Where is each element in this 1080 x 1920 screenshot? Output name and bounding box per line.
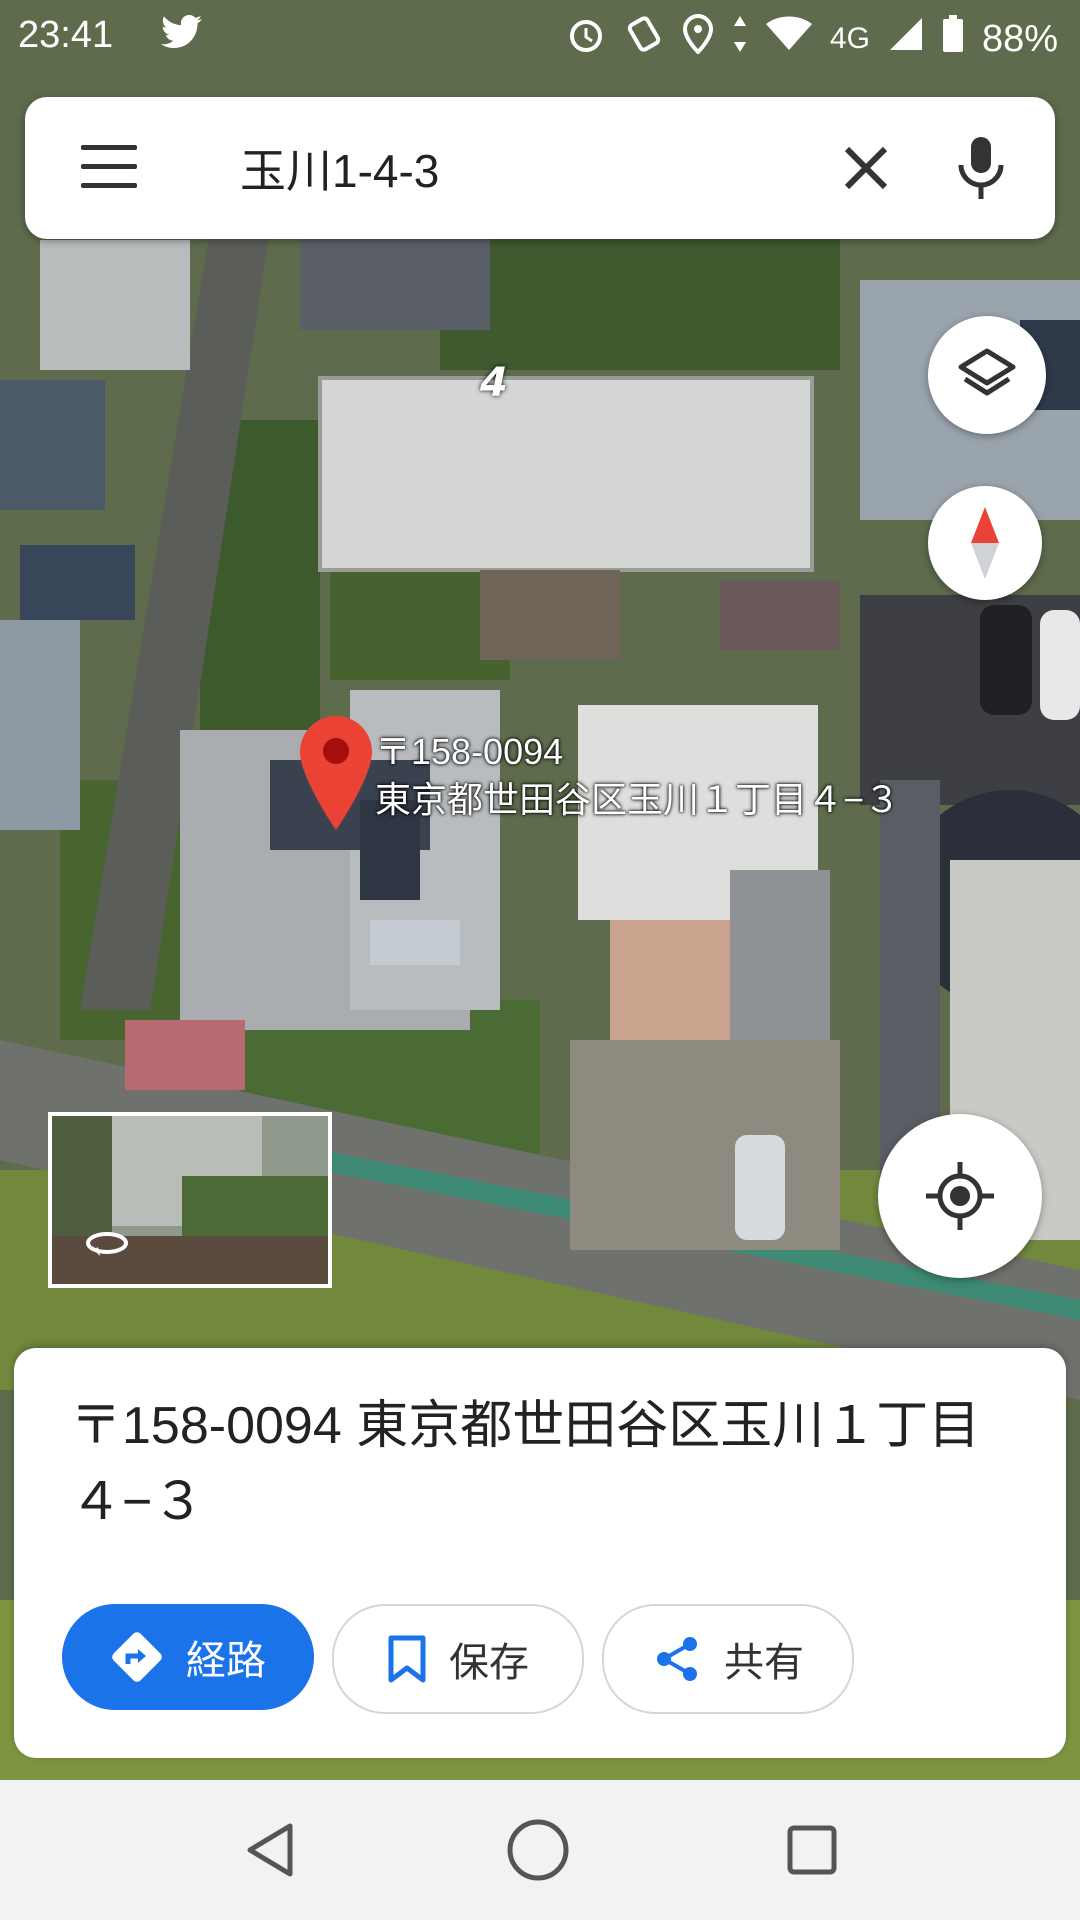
mic-icon[interactable] — [955, 133, 1007, 205]
home-icon[interactable] — [506, 1818, 570, 1882]
layers-button[interactable] — [928, 316, 1046, 434]
my-location-icon — [926, 1162, 994, 1230]
bookmark-icon — [388, 1635, 426, 1683]
network-type: 4G — [829, 22, 870, 55]
building-number-label: 4 — [480, 360, 508, 406]
place-address: 〒158-0094 東京都世田谷区玉川１丁目４−３ — [70, 1397, 981, 1531]
menu-icon[interactable] — [81, 145, 137, 191]
pin-label: 〒158-0094 東京都世田谷区玉川１丁目４−３ — [375, 728, 900, 824]
rotate-360-icon — [86, 1232, 128, 1256]
data-saver-icon — [624, 14, 664, 64]
battery-icon — [942, 15, 964, 63]
data-arrows-icon — [732, 14, 748, 64]
wifi-icon — [765, 16, 812, 62]
pin-postal-code: 〒158-0094 — [375, 731, 564, 772]
share-button[interactable]: 共有 — [602, 1604, 854, 1714]
share-icon — [657, 1637, 697, 1681]
pin-address: 東京都世田谷区玉川１丁目４−３ — [375, 779, 901, 820]
layers-icon — [958, 348, 1016, 396]
status-time: 23:41 — [18, 14, 114, 56]
recents-icon[interactable] — [780, 1818, 844, 1882]
search-input[interactable]: 玉川1-4-3 — [240, 135, 439, 201]
navigation-bar — [0, 1780, 1080, 1920]
compass-button[interactable] — [928, 486, 1042, 600]
save-button[interactable]: 保存 — [332, 1604, 584, 1714]
location-pin[interactable] — [298, 714, 374, 836]
search-bar[interactable]: 玉川1-4-3 — [25, 97, 1055, 239]
status-bar: 23:41 4G 88% — [0, 0, 1080, 76]
location-icon — [682, 13, 714, 64]
save-label: 保存 — [449, 1640, 529, 1686]
battery-level: 88% — [981, 17, 1058, 60]
share-label: 共有 — [724, 1640, 804, 1686]
twitter-icon — [160, 14, 204, 62]
my-location-button[interactable] — [878, 1114, 1042, 1278]
compass-icon — [971, 507, 999, 579]
back-icon[interactable] — [238, 1818, 302, 1882]
directions-icon — [112, 1632, 162, 1682]
directions-button[interactable]: 経路 — [62, 1604, 314, 1710]
alarm-icon — [566, 14, 606, 64]
street-view-image — [52, 1116, 328, 1284]
clear-icon[interactable] — [835, 137, 897, 199]
directions-label: 経路 — [186, 1638, 266, 1684]
street-view-thumbnail[interactable] — [48, 1112, 332, 1288]
place-sheet[interactable]: 〒158-0094 東京都世田谷区玉川１丁目４−３ 経路 保存 共有 — [14, 1348, 1066, 1758]
pin-icon — [300, 716, 372, 830]
signal-icon — [888, 16, 924, 62]
